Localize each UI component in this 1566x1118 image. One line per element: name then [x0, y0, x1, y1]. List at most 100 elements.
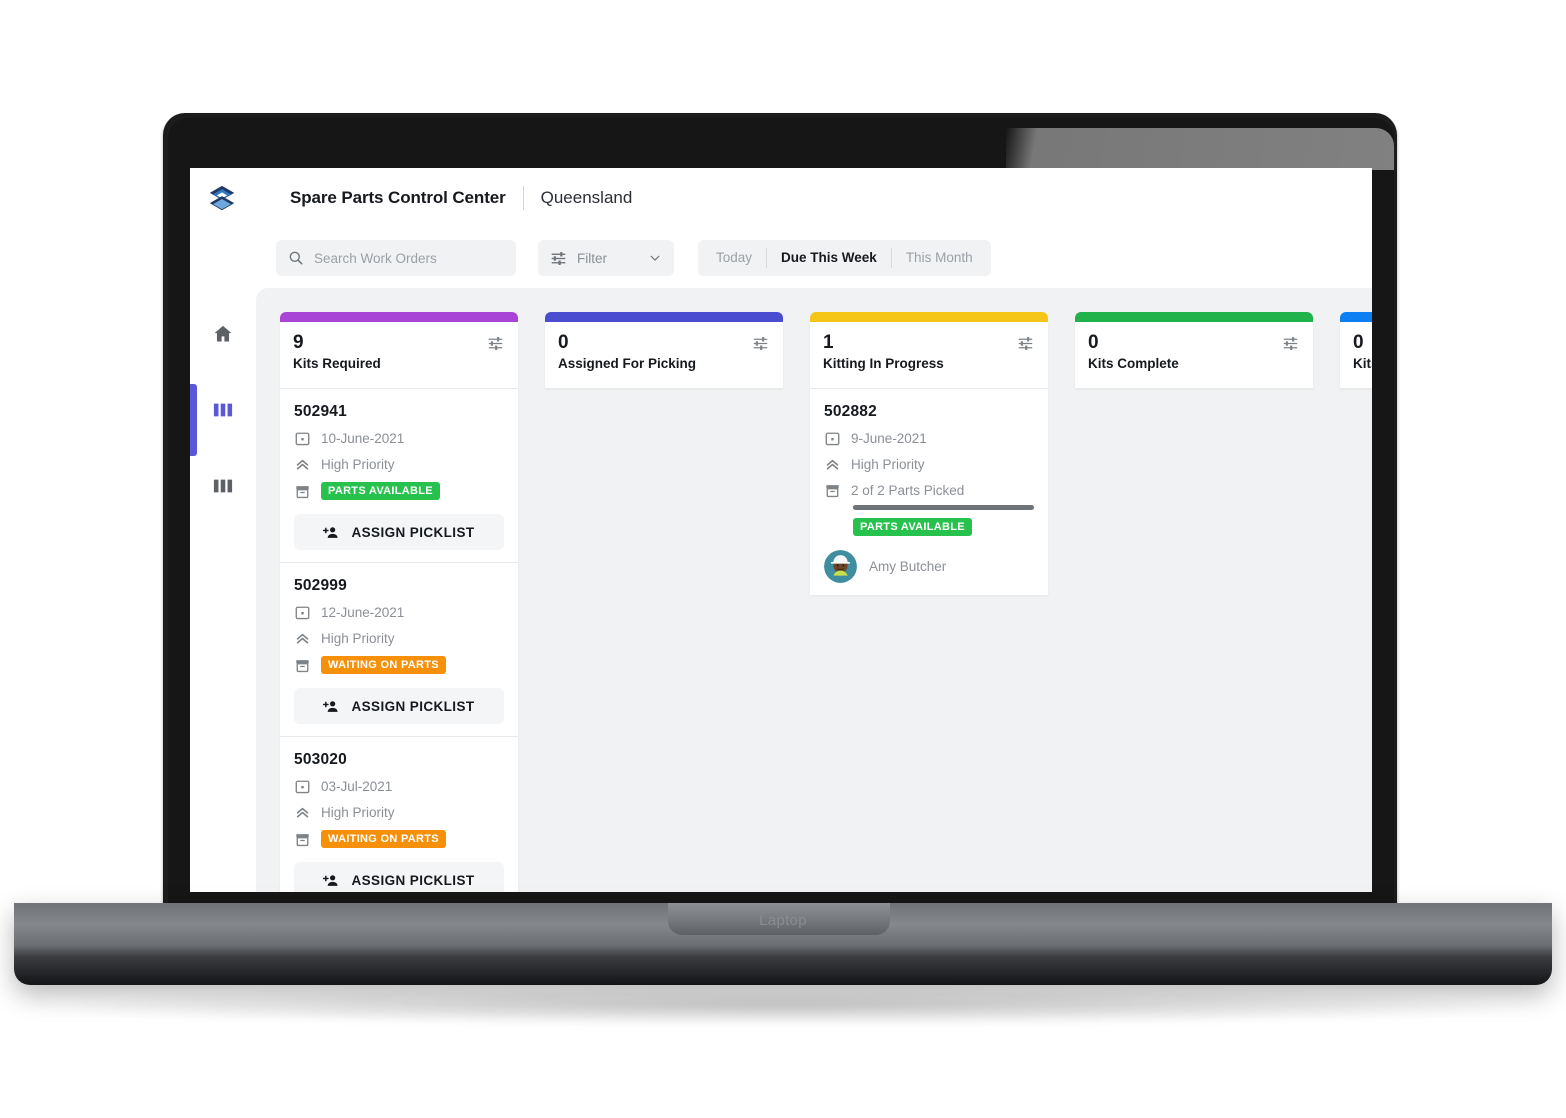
column-accent-bar — [280, 312, 518, 322]
column-title: Assigned For Picking — [558, 356, 697, 371]
column-tune-icon[interactable] — [752, 335, 769, 357]
status-badge: WAITING ON PARTS — [321, 830, 446, 848]
kanban-column: 0 Kits Picked — [1340, 312, 1372, 892]
app-body: 9 Kits Required 502941 10-June-2021 High Pri… — [190, 288, 1372, 892]
date-range-segmented-control: Today Due This Week This Month — [698, 240, 991, 276]
tab-this-month[interactable]: This Month — [892, 247, 987, 269]
status-badge: PARTS AVAILABLE — [321, 482, 440, 500]
assign-picklist-button[interactable]: ASSIGN PICKLIST — [294, 514, 504, 550]
app-window: Spare Parts Control Center Queensland Se… — [190, 168, 1372, 892]
status-badge: WAITING ON PARTS — [321, 656, 446, 674]
work-order-card[interactable]: 502882 9-June-2021 High Priority 2 of 2 Par… — [810, 389, 1048, 595]
work-order-id: 502999 — [294, 577, 347, 594]
double-chevron-up-icon — [294, 630, 311, 647]
parts-progress-bar — [853, 505, 1034, 510]
kanban-column: 0 Assigned For Picking — [545, 312, 783, 892]
assign-picklist-button[interactable]: ASSIGN PICKLIST — [294, 862, 504, 892]
column-tune-icon[interactable] — [487, 335, 504, 357]
progress-fill — [853, 505, 1034, 510]
filter-dropdown[interactable]: Filter — [538, 240, 674, 276]
avatar — [824, 550, 857, 583]
box-icon — [294, 831, 311, 848]
filter-label: Filter — [577, 250, 607, 266]
sidebar-item-board-alt[interactable] — [190, 448, 256, 524]
column-tune-icon[interactable] — [1017, 335, 1034, 357]
column-accent-bar — [810, 312, 1048, 322]
priority-label: High Priority — [321, 457, 395, 472]
column-header: 9 Kits Required — [280, 322, 518, 389]
app-toolbar: Filter Today Due This Week This Month — [190, 228, 1372, 288]
due-date-label: 10-June-2021 — [321, 431, 405, 446]
due-date-row: 12-June-2021 — [294, 604, 504, 621]
work-order-id: 502941 — [294, 403, 347, 420]
box-icon — [824, 482, 841, 499]
due-date-row: 10-June-2021 — [294, 430, 504, 447]
work-order-id: 503020 — [294, 751, 347, 768]
kanban-column: 9 Kits Required 502941 10-June-2021 High Pri… — [280, 312, 518, 892]
title-divider — [522, 186, 524, 210]
status-badge: PARTS AVAILABLE — [853, 518, 972, 536]
priority-label: High Priority — [851, 457, 925, 472]
work-order-card[interactable]: 502999 12-June-2021 High Priority WAITING O… — [280, 563, 518, 737]
work-order-id: 502882 — [824, 403, 877, 420]
column-header: 0 Kits Picked — [1340, 322, 1372, 389]
person-add-icon — [323, 698, 340, 715]
page-title: Spare Parts Control Center — [290, 188, 506, 207]
double-chevron-up-icon — [824, 456, 841, 473]
search-work-orders[interactable] — [276, 240, 516, 276]
double-chevron-up-icon — [294, 456, 311, 473]
column-accent-bar — [1075, 312, 1313, 322]
app-header: Spare Parts Control Center Queensland — [190, 168, 1372, 228]
status-row: WAITING ON PARTS — [294, 830, 504, 848]
column-title: Kitting In Progress — [823, 356, 944, 371]
progress-track — [853, 505, 1034, 510]
priority-row: High Priority — [294, 630, 504, 647]
column-count: 0 — [1353, 332, 1364, 353]
assign-picklist-label: ASSIGN PICKLIST — [351, 698, 475, 714]
column-tune-icon[interactable] — [1282, 335, 1299, 357]
double-chevron-up-icon — [294, 804, 311, 821]
column-title: Kits Picked — [1353, 356, 1372, 371]
work-order-card[interactable]: 503020 03-Jul-2021 High Priority WAITING ON… — [280, 737, 518, 892]
calendar-icon — [294, 778, 311, 795]
kanban-column: 0 Kits Complete — [1075, 312, 1313, 892]
priority-label: High Priority — [321, 805, 395, 820]
kanban-board: 9 Kits Required 502941 10-June-2021 High Pri… — [256, 288, 1372, 892]
priority-label: High Priority — [321, 631, 395, 646]
kanban-column: 1 Kitting In Progress 502882 9-June-2021 Hig… — [810, 312, 1048, 892]
priority-row: High Priority — [294, 804, 504, 821]
status-row: PARTS AVAILABLE — [294, 482, 504, 500]
tab-today[interactable]: Today — [702, 247, 766, 269]
sidebar-rail — [190, 288, 256, 892]
column-title: Kits Required — [293, 356, 381, 371]
tab-due-this-week[interactable]: Due This Week — [767, 247, 891, 269]
column-header: 0 Assigned For Picking — [545, 322, 783, 389]
sidebar-item-home[interactable] — [190, 296, 256, 372]
column-card-list: 502882 9-June-2021 High Priority 2 of 2 Par… — [810, 389, 1048, 595]
priority-row: High Priority — [294, 456, 504, 473]
parts-progress-label: 2 of 2 Parts Picked — [851, 483, 965, 498]
sidebar-item-board[interactable] — [190, 372, 256, 456]
hexagon-layers-logo — [204, 180, 240, 216]
screenshot-stage: Spare Parts Control Center Queensland Se… — [0, 0, 1566, 1118]
column-count: 0 — [1088, 332, 1099, 353]
column-count: 0 — [558, 332, 569, 353]
column-accent-bar — [1340, 312, 1372, 322]
laptop-shadow — [40, 986, 1526, 1026]
due-date-label: 9-June-2021 — [851, 431, 927, 446]
search-input[interactable] — [314, 250, 504, 266]
column-count: 9 — [293, 332, 304, 353]
assignee[interactable]: Amy Butcher — [824, 550, 1034, 583]
assign-picklist-button[interactable]: ASSIGN PICKLIST — [294, 688, 504, 724]
box-icon — [294, 657, 311, 674]
column-header: 0 Kits Complete — [1075, 322, 1313, 389]
laptop-label: Laptop — [759, 912, 807, 929]
kanban-board-icon — [212, 476, 234, 496]
person-add-icon — [323, 524, 340, 541]
region-label: Queensland — [540, 188, 633, 207]
kanban-board-icon — [212, 400, 234, 420]
status-row: WAITING ON PARTS — [294, 656, 504, 674]
work-order-card[interactable]: 502941 10-June-2021 High Priority PARTS AVA… — [280, 389, 518, 563]
assign-picklist-label: ASSIGN PICKLIST — [351, 524, 475, 540]
box-icon — [294, 483, 311, 500]
